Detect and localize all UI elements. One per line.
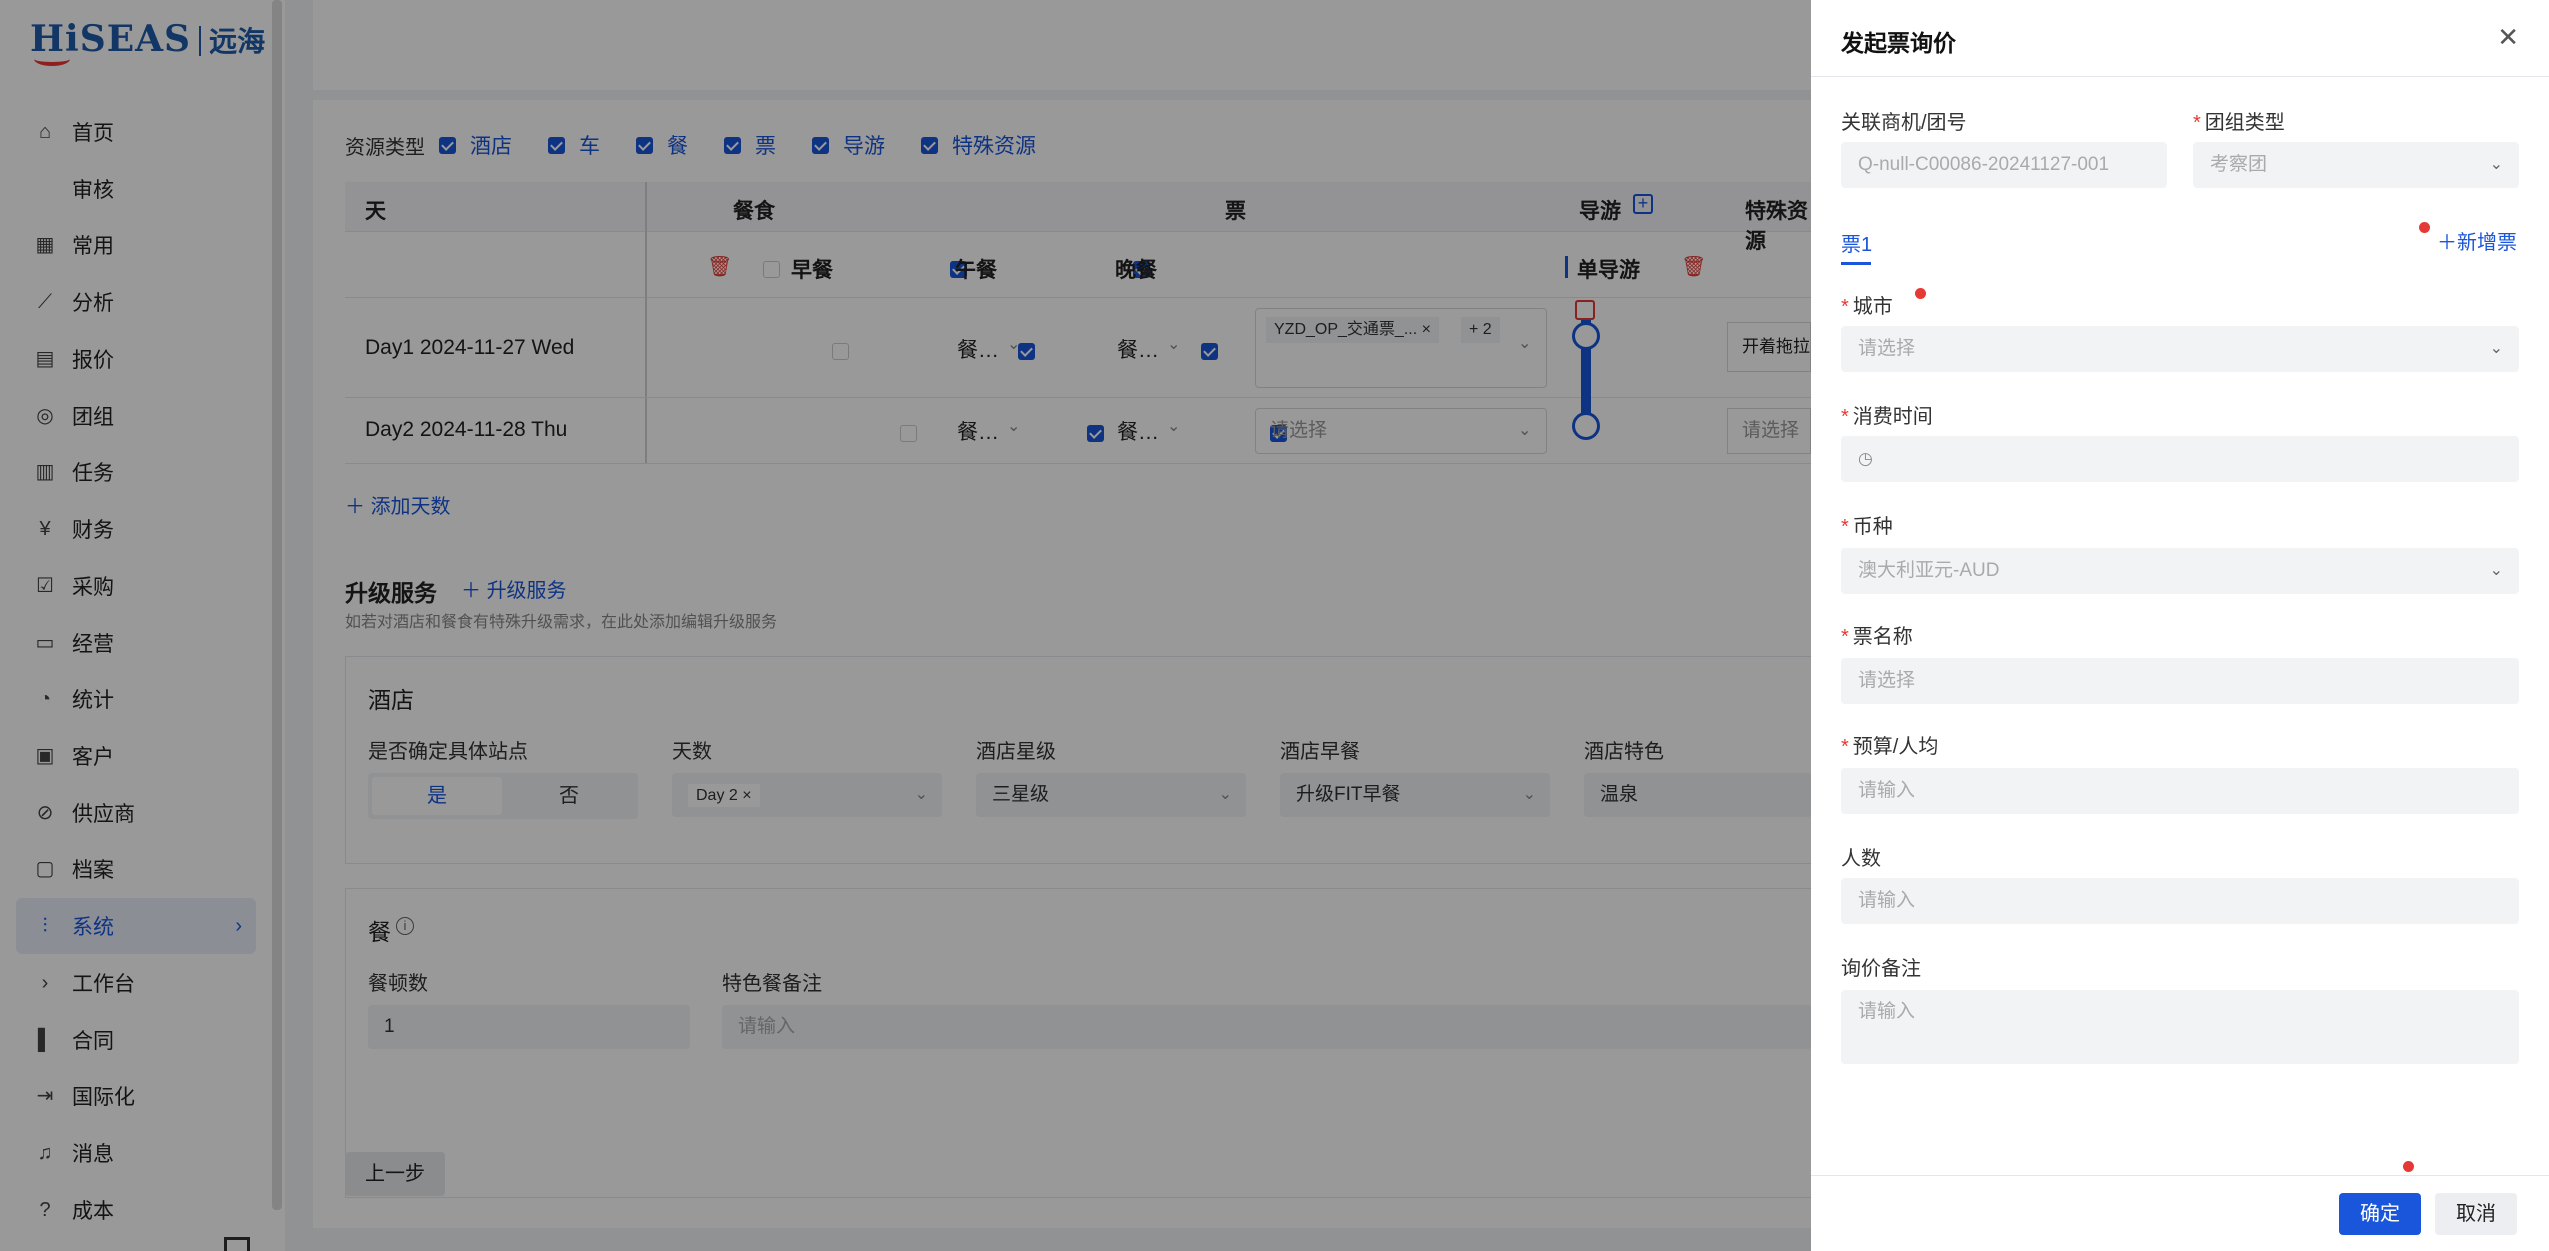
- ticket-inquiry-drawer: 发起票询价 ✕ 关联商机/团号 Q-null-C00086-20241127-0…: [1811, 0, 2549, 1251]
- city-select[interactable]: 请选择 ⌄: [1841, 326, 2519, 372]
- modal-overlay[interactable]: [0, 0, 1811, 1251]
- clock-icon: ◷: [1858, 449, 1873, 468]
- confirm-button[interactable]: 确定: [2339, 1193, 2421, 1235]
- tab-ticket-1[interactable]: 票1: [1841, 228, 1872, 257]
- ticket-name-select[interactable]: 请选择: [1841, 658, 2519, 704]
- chevron-down-icon: ⌄: [2489, 340, 2503, 357]
- close-icon[interactable]: ✕: [2497, 22, 2519, 53]
- drawer-title: 发起票询价: [1841, 30, 1956, 56]
- notification-dot: [2419, 222, 2430, 233]
- people-input[interactable]: 请输入: [1841, 878, 2519, 924]
- budget-input[interactable]: 请输入: [1841, 768, 2519, 814]
- add-ticket-button[interactable]: ＋新增票: [2437, 226, 2517, 255]
- cancel-button[interactable]: 取消: [2435, 1193, 2517, 1235]
- chevron-down-icon: ⌄: [2489, 562, 2503, 579]
- time-picker[interactable]: ◷: [1841, 436, 2519, 482]
- notification-dot: [1915, 288, 1926, 299]
- link-input[interactable]: Q-null-C00086-20241127-001: [1841, 142, 2167, 188]
- notification-dot: [2403, 1161, 2414, 1172]
- remark-textarea[interactable]: 请输入: [1841, 990, 2519, 1064]
- currency-select[interactable]: 澳大利亚元-AUD ⌄: [1841, 548, 2519, 594]
- group-type-select[interactable]: 考察团 ⌄: [2193, 142, 2519, 188]
- chevron-down-icon: ⌄: [2489, 156, 2503, 173]
